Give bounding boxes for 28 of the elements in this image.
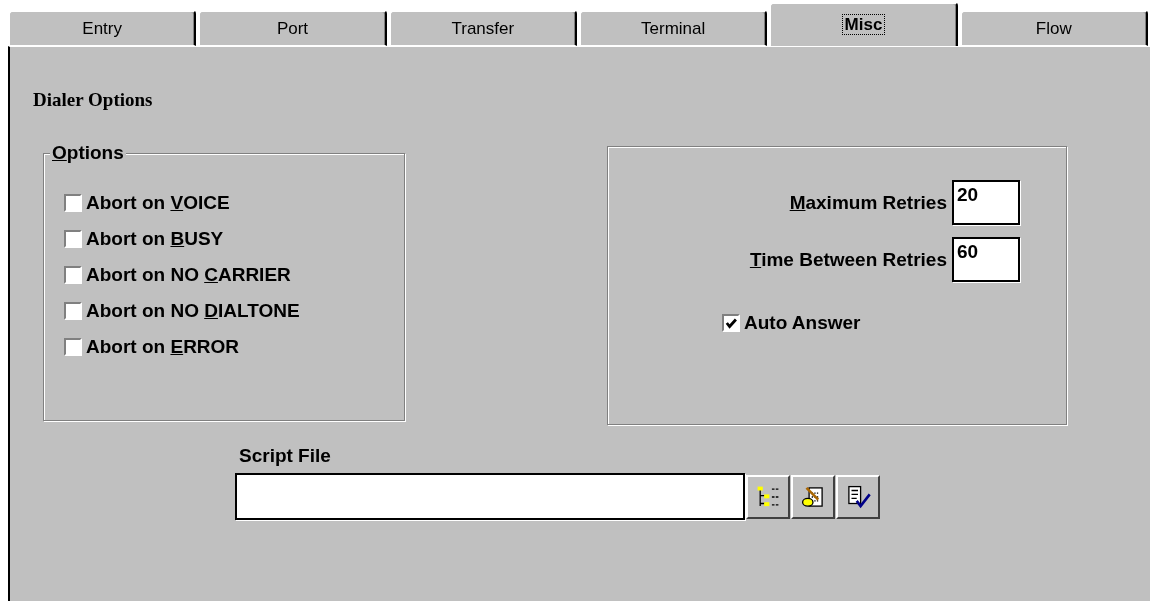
checkbox-label[interactable]: Abort on ERROR [86,336,240,358]
checkbox[interactable] [64,230,82,248]
tab[interactable]: Port [198,10,387,46]
section-title: Dialer Options [33,89,154,111]
field-label: Maximum Retries [789,191,947,214]
field-label: Script File [239,445,332,467]
number-field[interactable]: 20 [952,180,1020,225]
checkbox-label[interactable]: Abort on BUSY [86,228,224,250]
checkbox-label[interactable]: Auto Answer [744,312,861,334]
checkbox[interactable] [64,338,82,356]
checkbox-label[interactable]: Abort on VOICE [86,192,230,214]
checkbox-label[interactable]: Abort on NO DIALTONE [86,300,300,322]
field-label: Time Between Retries [749,248,947,271]
checkbox[interactable] [64,302,82,320]
checkbox[interactable] [722,314,740,332]
checkbox[interactable] [64,266,82,284]
tab[interactable]: Entry [8,10,197,46]
tab[interactable]: Flow [959,10,1148,46]
check-document-icon[interactable] [836,474,880,519]
checkbox[interactable] [64,194,82,212]
number-field[interactable]: 60 [952,237,1020,282]
edit-document-icon[interactable] [791,474,835,519]
tab[interactable]: Terminal [579,10,768,46]
tree-icon[interactable] [746,474,790,519]
tab[interactable]: Transfer [388,10,577,46]
checkbox-label[interactable]: Abort on NO CARRIER [86,264,291,286]
script-file-field[interactable] [235,473,745,520]
tab[interactable]: Misc [769,2,958,46]
